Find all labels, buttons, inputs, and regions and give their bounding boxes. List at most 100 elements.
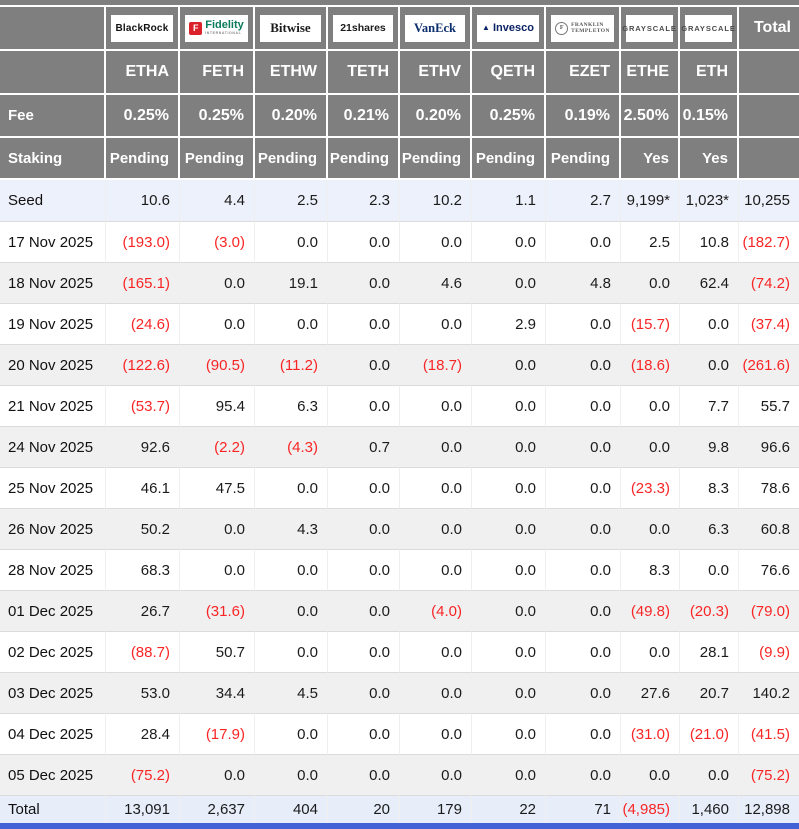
value-cell: 4.8 <box>546 263 621 304</box>
ticker-cell-feth: FETH <box>180 51 255 95</box>
value-cell: 0.0 <box>328 714 400 755</box>
value-cell: 2.5 <box>621 222 680 263</box>
value-cell: 0.0 <box>472 714 546 755</box>
value-cell: 0.0 <box>328 591 400 632</box>
data-row: 25 Nov 2025 46.1 47.5 0.0 0.0 0.0 0.0 0.0 (23.3)… <box>0 468 799 509</box>
value-cell: 0.0 <box>680 550 739 591</box>
blackrock-logo-cell: BlackRock <box>106 7 180 51</box>
value-cell: 0.0 <box>255 304 328 345</box>
value-cell: 0.0 <box>255 550 328 591</box>
value-cell: 26.7 <box>106 591 180 632</box>
value-cell: 0.0 <box>546 632 621 673</box>
value-cell: 10.8 <box>680 222 739 263</box>
row-label: 28 Nov 2025 <box>0 550 106 591</box>
value-cell: 0.0 <box>400 550 472 591</box>
grayscale-logo-cell: GRAYSCALE <box>621 7 680 51</box>
value-cell: 10.6 <box>106 180 180 222</box>
fidelity-wordmark: Fidelity <box>205 19 244 32</box>
grayscale-logo-cell: GRAYSCALE <box>680 7 739 51</box>
value-cell: 0.0 <box>472 509 546 550</box>
staking-total-empty <box>739 138 799 180</box>
value-cell: 0.0 <box>328 222 400 263</box>
value-cell: 0.0 <box>546 304 621 345</box>
row-label: Seed <box>0 180 106 222</box>
grayscale-logo: GRAYSCALE <box>681 14 735 42</box>
invesco-logo-cell: ▲ Invesco <box>472 7 546 51</box>
value-cell: 9,199* <box>621 180 680 222</box>
staking-cell-etha: Pending <box>106 138 180 180</box>
value-cell: 0.0 <box>472 345 546 386</box>
value-cell: 28.1 <box>680 632 739 673</box>
shares21-logo-cell: 21shares <box>328 7 400 51</box>
value-cell: (21.0) <box>680 714 739 755</box>
value-cell: 10.2 <box>400 180 472 222</box>
value-cell: (23.3) <box>621 468 680 509</box>
fee-cell-teth: 0.21% <box>328 95 400 138</box>
value-cell: (4,985) <box>621 796 680 823</box>
value-cell: 28.4 <box>106 714 180 755</box>
blackrock-wordmark: BlackRock <box>115 22 169 34</box>
data-row: 20 Nov 2025 (122.6) (90.5) (11.2) 0.0 (18.7) 0… <box>0 345 799 386</box>
ticker-cell-eth: ETH <box>680 51 739 95</box>
value-cell: 0.0 <box>621 632 680 673</box>
value-cell: 0.0 <box>680 304 739 345</box>
blackrock-logo: BlackRock <box>111 14 173 42</box>
vaneck-logo: VanEck <box>405 14 465 42</box>
value-cell: 27.6 <box>621 673 680 714</box>
value-cell: 0.0 <box>546 591 621 632</box>
value-cell: 0.0 <box>472 263 546 304</box>
value-cell: 0.0 <box>546 673 621 714</box>
value-cell: 0.0 <box>180 755 255 796</box>
row-label: Total <box>0 796 106 823</box>
data-row: 04 Dec 2025 28.4 (17.9) 0.0 0.0 0.0 0.0 0.0 (31.… <box>0 714 799 755</box>
value-cell: (41.5) <box>739 714 799 755</box>
value-cell: 2,637 <box>180 796 255 823</box>
grayscale-wordmark: GRAYSCALE <box>622 23 677 33</box>
value-cell: 0.0 <box>621 386 680 427</box>
fidelity-f-icon: F <box>189 21 203 35</box>
row-label: 19 Nov 2025 <box>0 304 106 345</box>
value-cell: (31.6) <box>180 591 255 632</box>
row-label: 26 Nov 2025 <box>0 509 106 550</box>
value-cell: (193.0) <box>106 222 180 263</box>
value-cell: 20.7 <box>680 673 739 714</box>
data-row: 18 Nov 2025 (165.1) 0.0 19.1 0.0 4.6 0.0 4.8 0.0… <box>0 263 799 304</box>
value-cell: 96.6 <box>739 427 799 468</box>
value-cell: (88.7) <box>106 632 180 673</box>
value-cell: 0.0 <box>328 632 400 673</box>
value-cell: 179 <box>400 796 472 823</box>
value-cell: 0.0 <box>328 550 400 591</box>
etf-flows-page: BlackRock F Fidelity INTERNATIONAL Bitwise 21… <box>0 0 799 829</box>
value-cell: 92.6 <box>106 427 180 468</box>
value-cell: 0.0 <box>546 386 621 427</box>
value-cell: 0.0 <box>400 755 472 796</box>
value-cell: 0.0 <box>255 591 328 632</box>
value-cell: 0.0 <box>400 632 472 673</box>
value-cell: 8.3 <box>680 468 739 509</box>
ticker-cell-ethw: ETHW <box>255 51 328 95</box>
franklin-seal-icon: F <box>555 21 569 35</box>
ticker-cell-ethv: ETHV <box>400 51 472 95</box>
value-cell: (9.9) <box>739 632 799 673</box>
row-label: 03 Dec 2025 <box>0 673 106 714</box>
fee-total-empty <box>739 95 799 138</box>
value-cell: 55.7 <box>739 386 799 427</box>
value-cell: 2.7 <box>546 180 621 222</box>
shares21-logo: 21shares <box>333 14 393 42</box>
value-cell: (20.3) <box>680 591 739 632</box>
value-cell: 95.4 <box>180 386 255 427</box>
fee-cell-etha: 0.25% <box>106 95 180 138</box>
total-row: Total 13,091 2,637 404 20 179 22 71 (4,985) 1,460… <box>0 796 799 823</box>
value-cell: (75.2) <box>739 755 799 796</box>
row-label: 01 Dec 2025 <box>0 591 106 632</box>
ticker-cell-teth: TETH <box>328 51 400 95</box>
value-cell: (2.2) <box>180 427 255 468</box>
value-cell: 0.0 <box>180 263 255 304</box>
value-cell: 0.0 <box>255 222 328 263</box>
data-row: 26 Nov 2025 50.2 0.0 4.3 0.0 0.0 0.0 0.0 0.0 6.3 6… <box>0 509 799 550</box>
value-cell: (3.0) <box>180 222 255 263</box>
fee-cell-ethe: 2.50% <box>621 95 680 138</box>
vaneck-logo-cell: VanEck <box>400 7 472 51</box>
staking-cell-ezet: Pending <box>546 138 621 180</box>
fee-cell-ethw: 0.20% <box>255 95 328 138</box>
